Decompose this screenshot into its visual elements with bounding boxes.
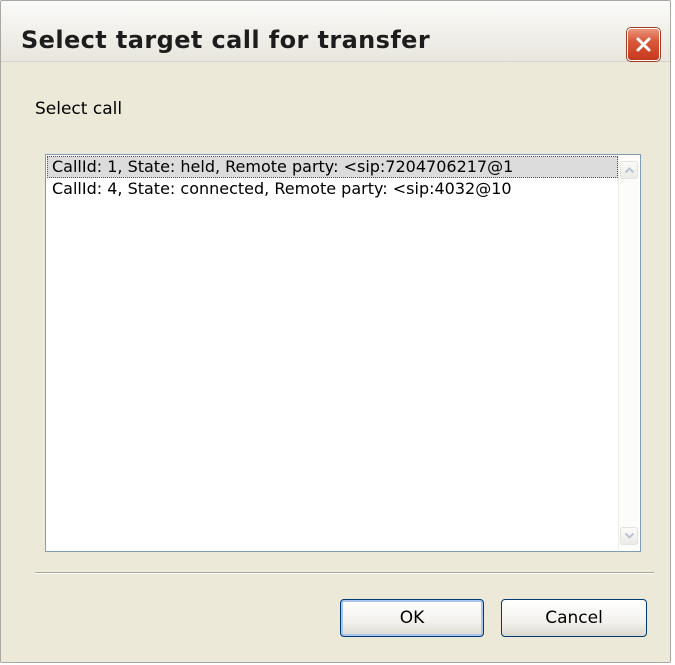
- ok-button[interactable]: OK: [340, 599, 484, 637]
- scroll-down-button[interactable]: [620, 527, 638, 545]
- vertical-scrollbar[interactable]: [618, 156, 639, 550]
- call-list: CallId: 1, State: held, Remote party: <s…: [47, 156, 618, 550]
- chevron-up-icon: [624, 167, 635, 174]
- scroll-up-button[interactable]: [620, 161, 638, 179]
- call-list-item-4[interactable]: CallId: 4, State: connected, Remote part…: [47, 178, 618, 200]
- close-icon: [636, 37, 651, 52]
- separator-line: [35, 572, 654, 574]
- call-listbox[interactable]: CallId: 1, State: held, Remote party: <s…: [45, 154, 641, 552]
- dialog-body: Select call CallId: 1, State: held, Remo…: [1, 62, 670, 662]
- call-list-item-1[interactable]: CallId: 1, State: held, Remote party: <s…: [47, 156, 618, 178]
- dialog-window: Select target call for transfer Select c…: [0, 0, 671, 663]
- chevron-down-icon: [624, 532, 635, 539]
- select-call-label: Select call: [35, 99, 123, 119]
- cancel-button[interactable]: Cancel: [501, 599, 647, 637]
- close-button[interactable]: [627, 28, 660, 61]
- window-title: Select target call for transfer: [21, 26, 431, 54]
- title-bar[interactable]: Select target call for transfer: [1, 1, 670, 62]
